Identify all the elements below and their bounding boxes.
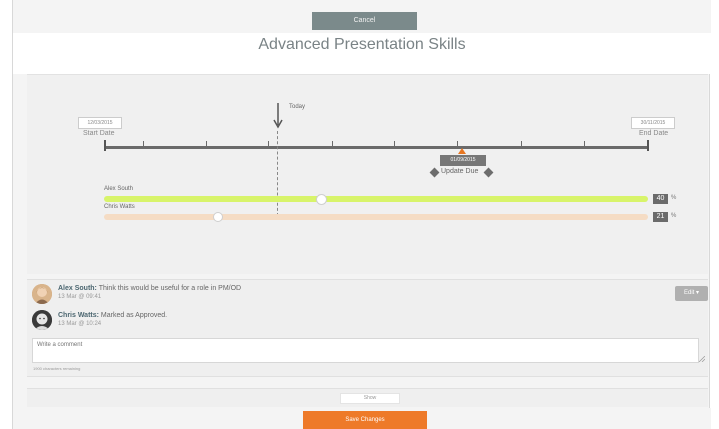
user-photo-icon [32,284,52,304]
axis-tick [268,141,269,148]
top-bar: Cancel [13,0,711,33]
axis-tick [143,141,144,148]
timeline-axis [104,146,648,149]
comment-input[interactable] [32,338,699,363]
show-button[interactable]: Show [340,393,400,404]
axis-start-cap [104,140,106,151]
bottom-bar: Save Changes [13,408,711,429]
start-date-box: 12/03/2015 [78,117,122,129]
comment-body: Marked as Approved. [98,312,168,319]
edit-button[interactable]: Edit ▾ [675,286,708,301]
axis-end-cap [647,140,649,151]
start-date-caption: Start Date [83,130,115,137]
percent-sign: % [671,213,677,219]
update-due-label-group: Update Due [429,167,494,178]
end-date-caption: End Date [639,130,669,137]
today-line [277,131,278,216]
modal-frame: Cancel Advanced Presentation Skills 12/0… [12,0,711,429]
today-label: Today [289,104,306,110]
comment-text: Alex South: Think this would be useful f… [58,285,241,292]
axis-tick [394,141,395,148]
person-name: Alex South [104,186,134,192]
cancel-button[interactable]: Cancel [312,12,417,30]
comment-timestamp: 13 Mar @ 10:24 [58,321,102,327]
percent-value: 40 [653,194,668,204]
progress-bar-chris [104,214,648,220]
user-photo-icon [32,310,52,330]
characters-remaining: 1900 characters remaining [33,366,81,371]
update-due-label: Update Due [441,168,479,175]
axis-tick [206,141,207,148]
save-changes-button[interactable]: Save Changes [303,411,427,429]
comment-author: Alex South: [58,285,97,292]
update-due-marker-icon [458,148,466,154]
comment-text: Chris Watts: Marked as Approved. [58,312,167,319]
axis-tick [521,141,522,148]
title-area: Advanced Presentation Skills [13,33,711,74]
end-date-box: 30/11/2015 [631,117,675,129]
percent-value: 21 [653,212,668,222]
comment-author: Chris Watts: [58,312,99,319]
avatar [32,310,52,330]
resize-grip-icon[interactable] [699,356,705,362]
percent-sign: % [671,195,677,201]
comments-panel: Alex South: Think this would be useful f… [27,279,708,377]
right-diamond-icon [483,167,494,178]
comment-timestamp: 13 Mar @ 09:41 [58,294,102,300]
show-panel: Show [27,388,708,407]
left-diamond-icon [429,167,440,178]
avatar [32,284,52,304]
person-name: Chris Watts [104,204,135,210]
comment-body: Think this would be useful for a role in… [96,285,242,292]
page-title: Advanced Presentation Skills [258,36,466,53]
timeline-panel: 12/03/2015 Start Date 30/11/2015 End Dat… [27,74,708,274]
axis-tick [457,141,458,148]
update-due-date: 01/09/2015 [440,155,486,166]
axis-tick [332,141,333,148]
today-arrow-icon [273,103,283,129]
progress-handle-chris[interactable] [213,212,223,222]
progress-bar-alex [104,196,648,202]
axis-tick [584,141,585,148]
progress-handle-alex[interactable] [316,194,327,205]
